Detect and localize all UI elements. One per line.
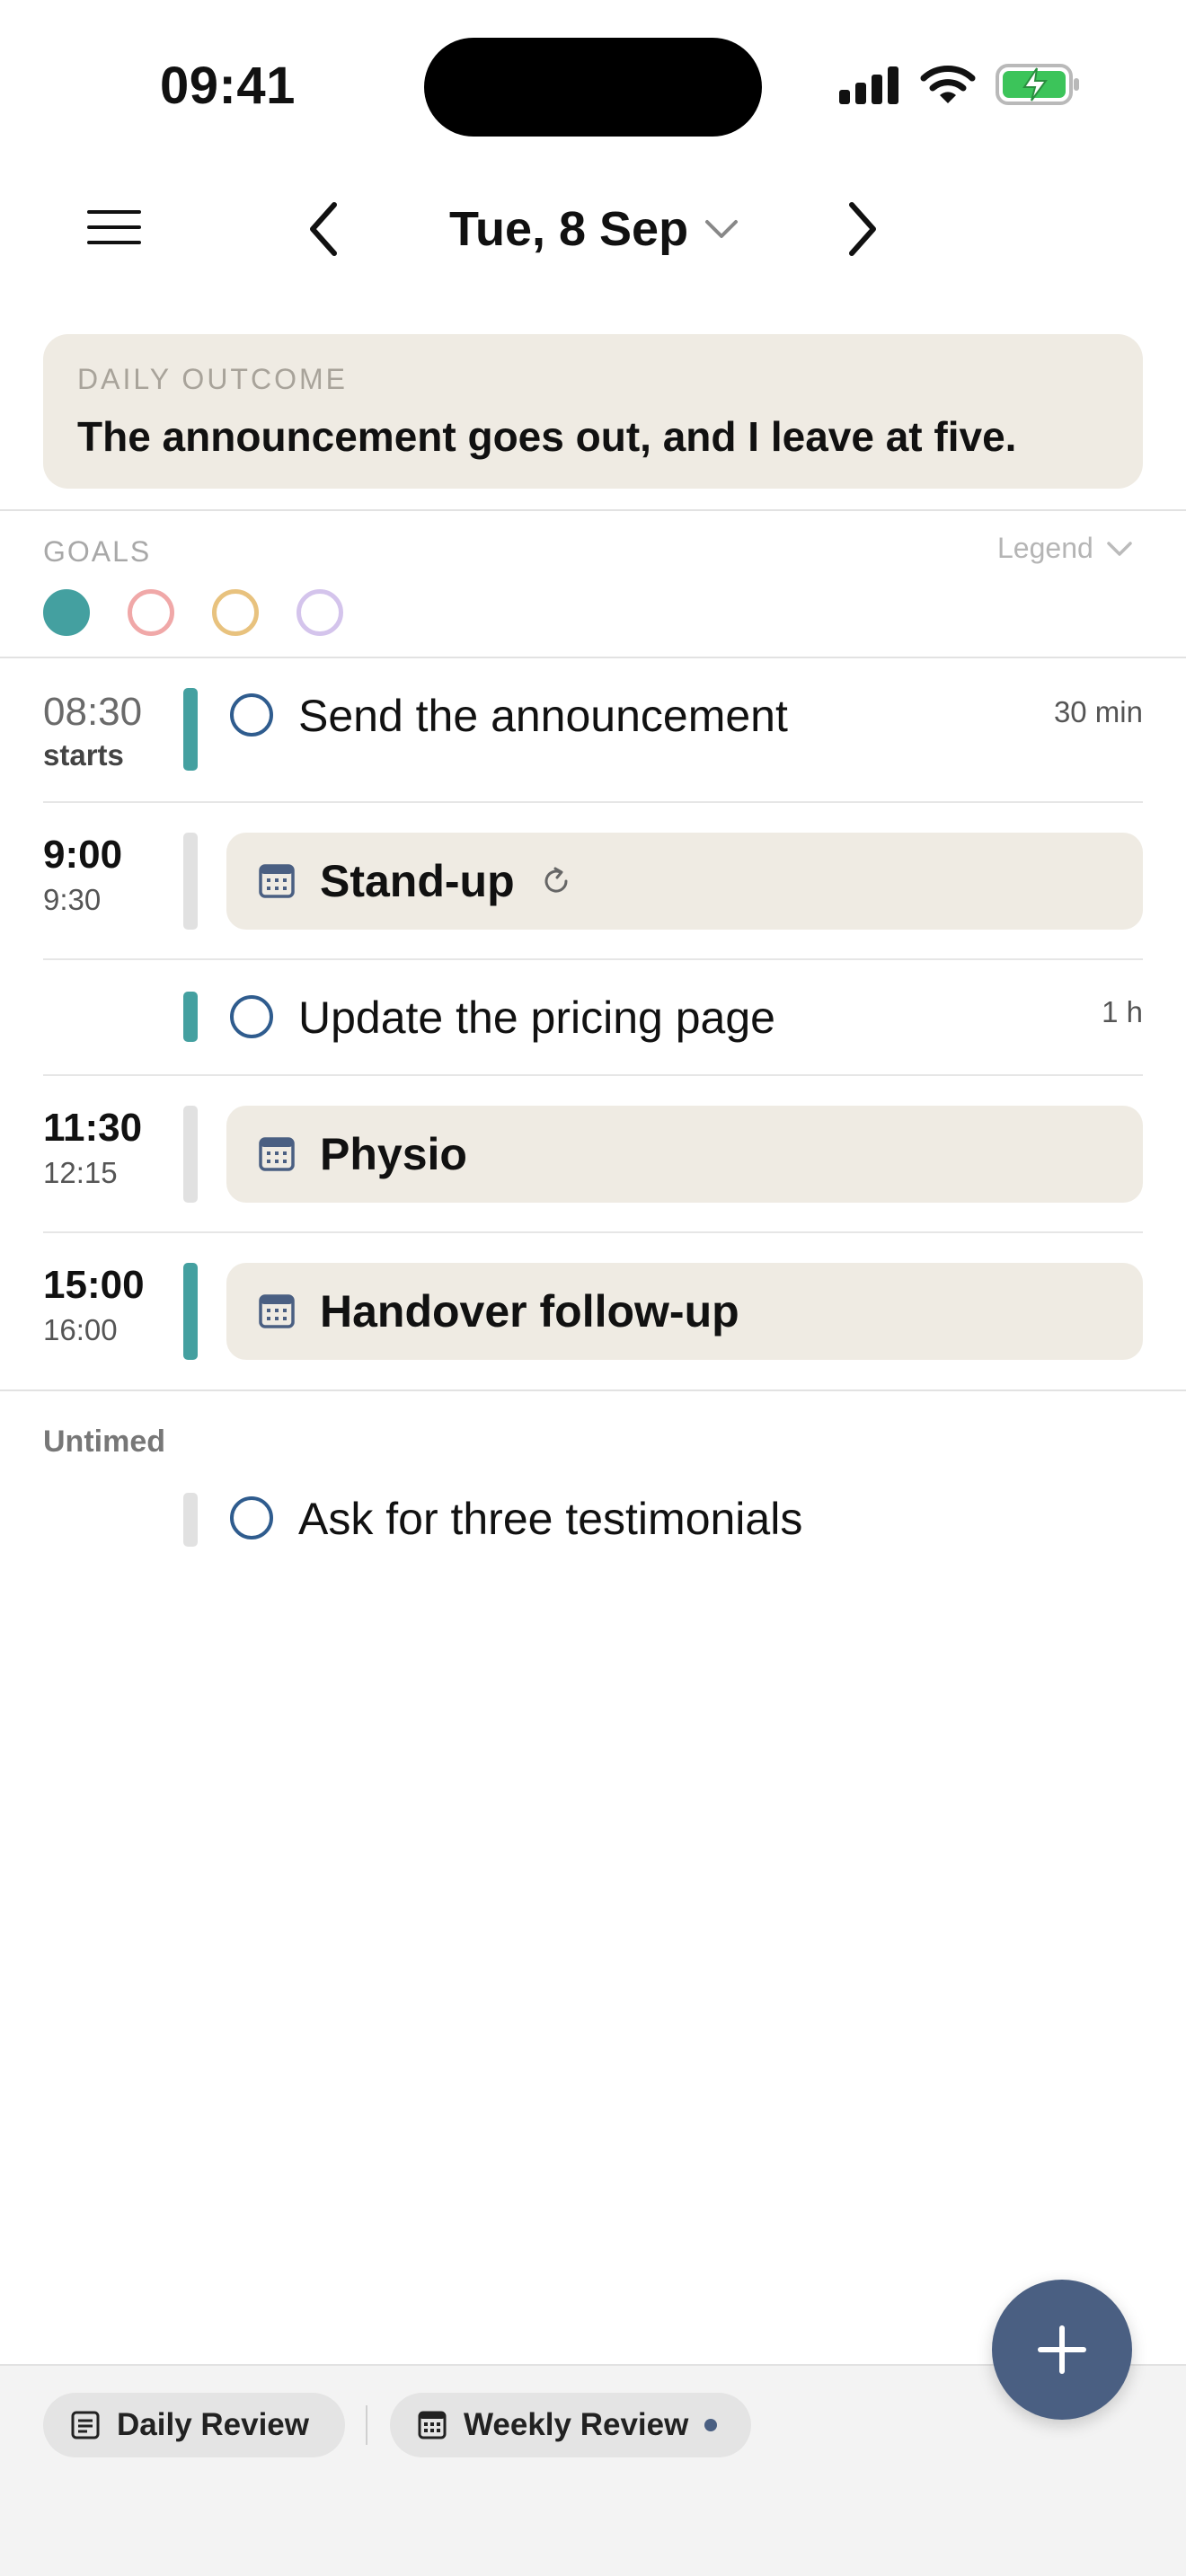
plus-icon xyxy=(1038,2325,1086,2374)
goals-label: GOALS xyxy=(43,535,152,568)
calendar-icon xyxy=(259,864,295,898)
goal-color-bar xyxy=(183,1493,198,1547)
chevron-right-icon xyxy=(849,202,876,256)
task-duration: 1 h xyxy=(1102,995,1143,1028)
row-divider xyxy=(43,1231,1143,1233)
document-icon xyxy=(71,2411,100,2439)
goal-color-bar xyxy=(183,992,198,1042)
event-title: Physio xyxy=(320,1129,467,1179)
event-start-time: 9:00 xyxy=(43,833,123,877)
schedule-row-event: 9:00 9:30 Stand-up xyxy=(43,804,1143,957)
goal-color-bar xyxy=(183,833,198,930)
task-checkbox[interactable] xyxy=(230,1496,273,1539)
schedule-row-event: 11:30 12:15 Physio xyxy=(43,1077,1143,1230)
row-divider xyxy=(43,958,1143,960)
event-card[interactable]: Stand-up xyxy=(226,833,1143,930)
menu-button[interactable] xyxy=(83,205,146,250)
task-start-time: 08:30 xyxy=(43,690,143,734)
event-title: Stand-up xyxy=(320,856,515,906)
weekly-review-button[interactable]: Weekly Review xyxy=(390,2393,751,2457)
goal-dot[interactable] xyxy=(212,589,259,636)
row-divider xyxy=(43,801,1143,803)
dynamic-island xyxy=(424,38,762,137)
chevron-left-icon xyxy=(310,202,337,256)
goal-dots xyxy=(43,589,343,636)
hamburger-icon-line xyxy=(87,210,141,214)
task-title[interactable]: Update the pricing page xyxy=(298,992,775,1044)
untimed-section-label: Untimed xyxy=(43,1425,165,1459)
goal-dot[interactable] xyxy=(43,589,90,636)
calendar-icon xyxy=(259,1137,295,1171)
event-card[interactable]: Physio xyxy=(226,1106,1143,1203)
status-bar: 09:41 xyxy=(0,0,1186,171)
notification-dot xyxy=(704,2419,718,2431)
schedule-row-task: Update the pricing page 1 h xyxy=(43,961,1143,1073)
hamburger-icon-line xyxy=(87,225,141,229)
calendar-icon xyxy=(418,2411,447,2439)
next-day-button[interactable] xyxy=(836,198,890,260)
task-start-caption: starts xyxy=(43,738,124,772)
task-title[interactable]: Ask for three testimonials xyxy=(298,1493,802,1545)
divider xyxy=(0,657,1186,658)
event-title: Handover follow-up xyxy=(320,1286,739,1337)
divider xyxy=(0,1389,1186,1391)
legend-button[interactable]: Legend xyxy=(997,532,1133,565)
add-button[interactable] xyxy=(992,2280,1132,2420)
daily-review-label: Daily Review xyxy=(117,2407,309,2442)
legend-label: Legend xyxy=(997,532,1093,564)
goal-color-bar xyxy=(183,1263,198,1360)
event-start-time: 11:30 xyxy=(43,1106,143,1150)
battery-charging-icon xyxy=(996,64,1079,105)
event-end-time: 16:00 xyxy=(43,1313,118,1346)
daily-outcome-eyebrow: DAILY OUTCOME xyxy=(77,363,348,395)
event-card[interactable]: Handover follow-up xyxy=(226,1263,1143,1360)
date-navigation: Tue, 8 Sep xyxy=(0,180,1186,274)
goal-color-bar xyxy=(183,688,198,771)
event-start-time: 15:00 xyxy=(43,1263,145,1307)
row-divider xyxy=(43,1074,1143,1076)
goal-dot[interactable] xyxy=(296,589,343,636)
daily-outcome-text: The announcement goes out, and I leave a… xyxy=(77,413,1017,460)
hamburger-icon-line xyxy=(87,241,141,244)
task-checkbox[interactable] xyxy=(230,995,273,1038)
task-duration: 30 min xyxy=(1053,695,1143,728)
calendar-icon xyxy=(259,1294,295,1328)
chevron-down-icon xyxy=(1107,541,1132,556)
event-end-time: 9:30 xyxy=(43,883,102,916)
weekly-review-label: Weekly Review xyxy=(464,2407,689,2442)
goal-color-bar xyxy=(183,1106,198,1203)
divider xyxy=(0,509,1186,511)
daily-review-button[interactable]: Daily Review xyxy=(43,2393,345,2457)
previous-day-button[interactable] xyxy=(296,198,350,260)
task-checkbox[interactable] xyxy=(230,693,273,737)
schedule-row-untimed-task: Ask for three testimonials xyxy=(43,1473,1143,1572)
status-time: 09:41 xyxy=(160,57,296,115)
signal-icon xyxy=(839,66,898,104)
wifi-icon xyxy=(920,66,976,103)
date-label: Tue, 8 Sep xyxy=(449,202,689,256)
repeat-icon xyxy=(544,867,568,893)
schedule-row-event: 15:00 16:00 Handover follow-up xyxy=(43,1234,1143,1387)
date-picker[interactable]: Tue, 8 Sep xyxy=(449,198,739,260)
chevron-down-icon xyxy=(705,220,739,238)
task-title[interactable]: Send the announcement xyxy=(298,690,788,742)
goal-dot[interactable] xyxy=(128,589,174,636)
event-end-time: 12:15 xyxy=(43,1156,118,1189)
chip-separator xyxy=(366,2405,367,2445)
daily-outcome-card[interactable]: DAILY OUTCOME The announcement goes out,… xyxy=(43,334,1143,489)
schedule-row-task: 08:30 starts Send the announcement 30 mi… xyxy=(43,665,1143,799)
status-icons xyxy=(839,61,1082,108)
